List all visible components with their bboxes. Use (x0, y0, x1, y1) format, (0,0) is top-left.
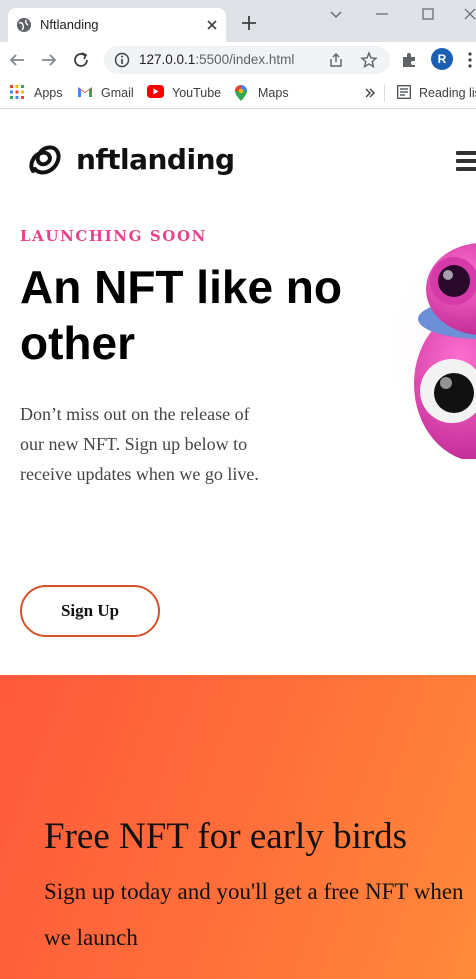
reading-list-button[interactable]: Reading lis (397, 83, 476, 103)
site-info-icon[interactable] (114, 52, 130, 68)
bookmarks-bar: Apps Gmail YouTube Maps Reading lis (0, 78, 476, 109)
extensions-puzzle-icon[interactable] (400, 51, 418, 69)
address-bar[interactable]: 127.0.0.1:5500/index.html (104, 46, 390, 74)
hero-title: An NFT like no other (20, 261, 342, 369)
browser-tab-bar: Nftlanding (0, 0, 476, 42)
gmail-icon (78, 87, 92, 97)
window-close-icon[interactable] (462, 6, 476, 22)
tab-title: Nftlanding (40, 17, 99, 32)
bookmark-label: Gmail (101, 86, 134, 100)
minimize-icon[interactable] (374, 6, 390, 22)
bookmark-label: YouTube (172, 86, 222, 100)
bookmark-apps[interactable]: Apps (10, 83, 66, 103)
bookmark-star-icon[interactable] (360, 51, 378, 69)
bookmark-gmail[interactable]: Gmail (77, 83, 137, 103)
maximize-icon[interactable] (420, 6, 436, 22)
back-arrow-icon[interactable] (8, 51, 26, 69)
menu-dots-icon[interactable] (466, 51, 474, 69)
reading-list-label: Reading lis (419, 86, 476, 100)
nftlanding-logo-icon[interactable] (27, 141, 65, 177)
browser-tab[interactable]: Nftlanding (8, 8, 226, 42)
hero-eyebrow: LAUNCHING SOON (20, 227, 207, 245)
reload-icon[interactable] (72, 51, 90, 69)
hero-description: Don’t miss out on the release of our new… (20, 404, 259, 484)
share-icon[interactable] (328, 52, 344, 68)
new-tab-plus-icon[interactable] (240, 14, 258, 32)
browser-toolbar: 127.0.0.1:5500/index.html R (0, 42, 476, 78)
cta-title: Free NFT for early birds (44, 816, 408, 857)
early-birds-section: Free NFT for early birds Sign up today a… (0, 675, 476, 979)
profile-avatar[interactable]: R (431, 48, 453, 70)
bookmark-youtube[interactable]: YouTube (147, 83, 223, 103)
reading-list-icon (397, 85, 411, 99)
web-page: nftlanding LAUNCHING SOON An NFT like no… (0, 109, 476, 979)
tab-search-chevron-icon[interactable] (328, 6, 344, 22)
hamburger-menu-icon[interactable] (456, 151, 476, 173)
youtube-icon (147, 85, 164, 98)
sign-up-button[interactable]: Sign Up (20, 585, 160, 637)
bookmark-label: Apps (34, 86, 63, 100)
bookmarks-divider (384, 84, 385, 102)
apps-grid-icon (10, 85, 24, 99)
bookmark-maps[interactable]: Maps (235, 83, 295, 103)
nft-character-image (330, 234, 476, 459)
url-text[interactable]: 127.0.0.1:5500/index.html (139, 52, 294, 67)
close-icon[interactable] (204, 17, 220, 33)
url-host: 127.0.0.1 (139, 52, 196, 67)
globe-icon (17, 18, 31, 32)
maps-pin-icon (235, 85, 247, 101)
cta-subtitle: Sign up today and you'll get a free NFT … (44, 879, 464, 950)
url-path: :5500/index.html (195, 52, 295, 67)
more-bookmarks-chevron-icon[interactable] (364, 87, 376, 99)
logo-text[interactable]: nftlanding (76, 143, 235, 176)
bookmark-label: Maps (258, 86, 289, 100)
forward-arrow-icon[interactable] (40, 51, 58, 69)
